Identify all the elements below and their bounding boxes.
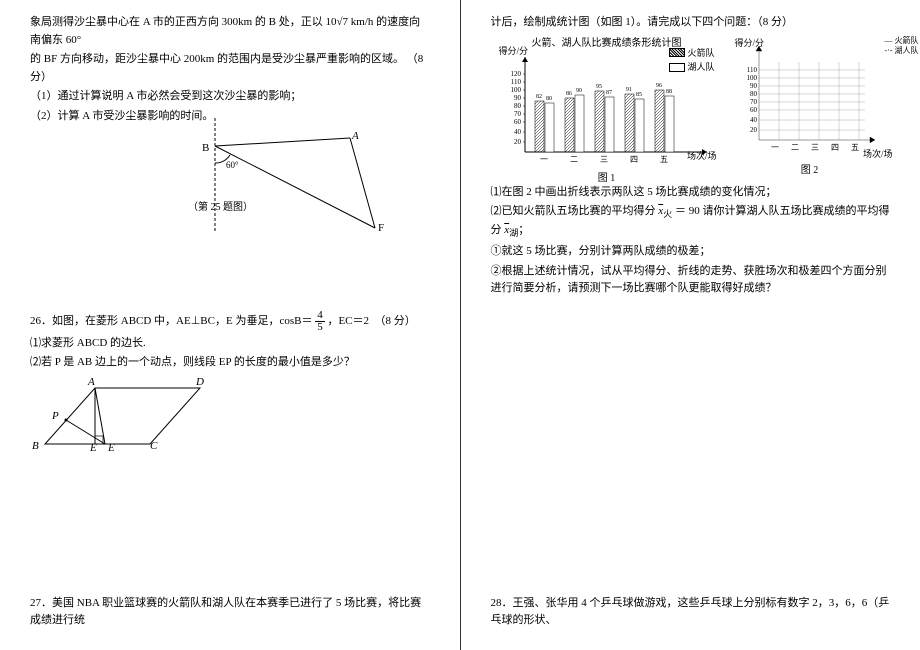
svg-text:20: 20 bbox=[514, 138, 522, 146]
svg-text:三: 三 bbox=[811, 143, 819, 152]
left-column: 象局测得沙尘暴中心在 A 市的正西方向 300km 的 B 处，正以 10√7 … bbox=[0, 0, 460, 650]
svg-text:五: 五 bbox=[851, 143, 859, 152]
q2c: ； bbox=[518, 224, 529, 236]
svg-text:二: 二 bbox=[570, 155, 578, 164]
svg-text:82: 82 bbox=[536, 94, 542, 100]
label-B: B bbox=[202, 140, 209, 158]
svg-text:70: 70 bbox=[514, 110, 522, 118]
ylabel-2: 得分/分 bbox=[735, 36, 765, 50]
label-angle: 60° bbox=[226, 158, 239, 172]
svg-text:91: 91 bbox=[626, 87, 632, 93]
svg-text:一: 一 bbox=[540, 155, 548, 164]
sub1: 火 bbox=[663, 209, 672, 219]
label-P: P bbox=[52, 408, 59, 426]
svg-text:96: 96 bbox=[656, 83, 662, 89]
p25-q1: （1）通过计算说明 A 市必然会受到这次沙尘暴的影响； bbox=[30, 88, 430, 106]
svg-text:87: 87 bbox=[606, 90, 612, 96]
svg-text:110: 110 bbox=[746, 66, 757, 74]
frac-num: 4 bbox=[315, 310, 325, 322]
p26-head-text: 26．如图，在菱形 ABCD 中，AE⊥BC，E 为垂足，cosB＝ bbox=[30, 315, 312, 327]
figure-25: B A F 60° （第 25 题图） bbox=[180, 118, 400, 238]
label-D: D bbox=[196, 374, 204, 392]
label-C: C bbox=[150, 438, 157, 456]
svg-text:80: 80 bbox=[750, 90, 758, 98]
legend2-b: 湖人队 bbox=[895, 46, 919, 55]
p28: 28．王强、张华用 4 个乒乓球做游戏，这些乒乓球上分别标有数字 2，3，6，6… bbox=[491, 595, 891, 630]
p25-line2: 的 BF 方向移动，距沙尘暴中心 200km 的范围内是受沙尘暴严重影响的区域。… bbox=[30, 51, 430, 86]
fig1-label: 图 1 bbox=[497, 171, 717, 187]
ylabel-1: 得分/分 bbox=[499, 44, 529, 58]
svg-text:86: 86 bbox=[566, 91, 572, 97]
line-chart: 204060 708090 100110 一二三 四五 得分/分 场次/场 — … bbox=[735, 36, 885, 176]
p26-q2: ⑵若 P 是 AB 边上的一个动点，则线段 EP 的长度的最小值是多少？ bbox=[30, 354, 430, 372]
sub2: 湖 bbox=[509, 228, 518, 238]
bar-chart: 火箭、湖人队比赛成绩条形统计图 bbox=[497, 36, 717, 176]
legend-2: — 火箭队 -·- 湖人队 bbox=[885, 36, 919, 57]
q27-4: ②根据上述统计情况，试从平均得分、折线的走势、获胜场次和极差四个方面分别进行简要… bbox=[491, 263, 891, 298]
svg-text:100: 100 bbox=[746, 74, 757, 82]
line-chart-svg: 20 40 60 708090 100110 一 二 三 四 五 bbox=[735, 36, 885, 161]
legend-a: 火箭队 bbox=[687, 46, 714, 60]
label-B: B bbox=[32, 438, 39, 456]
p26-tail-text: ，EC＝2 （8 分） bbox=[327, 315, 415, 327]
legend-b: 湖人队 bbox=[687, 60, 714, 74]
legend-1: 火箭队 湖人队 bbox=[669, 46, 714, 75]
charts-row: 火箭、湖人队比赛成绩条形统计图 bbox=[497, 36, 891, 176]
svg-text:90: 90 bbox=[750, 82, 758, 90]
label-F: F bbox=[378, 220, 384, 238]
q27-2: ⑵已知火箭队五场比赛的平均得分 x火 ＝ 90 请你计算湖人队五场比赛成绩的平均… bbox=[491, 203, 891, 241]
q2a: ⑵已知火箭队五场比赛的平均得分 bbox=[491, 205, 659, 217]
svg-text:四: 四 bbox=[831, 143, 839, 152]
svg-text:三: 三 bbox=[600, 155, 608, 164]
svg-text:二: 二 bbox=[791, 143, 799, 152]
page: 象局测得沙尘暴中心在 A 市的正西方向 300km 的 B 处，正以 10√7 … bbox=[0, 0, 920, 650]
p25-line1: 象局测得沙尘暴中心在 A 市的正西方向 300km 的 B 处，正以 10√7 … bbox=[30, 14, 430, 49]
svg-text:五: 五 bbox=[660, 155, 668, 164]
svg-text:60: 60 bbox=[750, 106, 758, 114]
fraction-icon: 4 5 bbox=[315, 310, 325, 333]
svg-text:60: 60 bbox=[514, 118, 522, 126]
legend-swatch-a bbox=[669, 48, 685, 57]
p27: 27．美国 NBA 职业篮球赛的火箭队和湖人队在本赛季已进行了 5 场比赛，将比… bbox=[30, 595, 430, 630]
svg-text:80: 80 bbox=[514, 102, 522, 110]
figure-25-caption: （第 25 题图） bbox=[188, 200, 253, 216]
svg-text:四: 四 bbox=[630, 155, 638, 164]
svg-text:40: 40 bbox=[514, 128, 522, 136]
svg-text:90: 90 bbox=[576, 88, 582, 94]
frac-den: 5 bbox=[315, 322, 325, 333]
label-E2: E bbox=[90, 440, 97, 458]
legend-swatch-b bbox=[669, 63, 685, 72]
fig2-label: 图 2 bbox=[735, 163, 885, 179]
svg-text:90: 90 bbox=[514, 94, 522, 102]
label-A: A bbox=[88, 374, 95, 392]
svg-text:一: 一 bbox=[771, 143, 779, 152]
svg-text:110: 110 bbox=[510, 78, 521, 86]
svg-text:70: 70 bbox=[750, 98, 758, 106]
p26-heading: 26．如图，在菱形 ABCD 中，AE⊥BC，E 为垂足，cosB＝ 4 5 ，… bbox=[30, 310, 430, 333]
label-A: A bbox=[352, 128, 359, 146]
q27-3: ①就这 5 场比赛，分别计算两队成绩的极差； bbox=[491, 243, 891, 261]
xlabel-1: 场次/场 bbox=[687, 149, 717, 163]
svg-text:40: 40 bbox=[750, 116, 758, 124]
legend2-a: 火箭队 bbox=[895, 36, 919, 45]
figure-25-svg bbox=[180, 118, 400, 238]
svg-text:20: 20 bbox=[750, 126, 758, 134]
svg-text:85: 85 bbox=[636, 92, 642, 98]
svg-text:120: 120 bbox=[510, 70, 521, 78]
svg-text:100: 100 bbox=[510, 86, 521, 94]
svg-text:95: 95 bbox=[596, 84, 602, 90]
figure-26: A D B E E C P bbox=[30, 376, 230, 466]
p26-q1: ⑴求菱形 ABCD 的边长. bbox=[30, 335, 430, 353]
label-E: E bbox=[108, 440, 115, 458]
svg-text:88: 88 bbox=[666, 89, 672, 95]
xlabel-2: 场次/场 bbox=[863, 147, 893, 161]
svg-text:80: 80 bbox=[546, 96, 552, 102]
right-column: 计后，绘制成统计图（如图 1）。请完成以下四个问题：（8 分） 火箭、湖人队比赛… bbox=[461, 0, 920, 650]
p27-cont: 计后，绘制成统计图（如图 1）。请完成以下四个问题：（8 分） bbox=[491, 14, 891, 32]
